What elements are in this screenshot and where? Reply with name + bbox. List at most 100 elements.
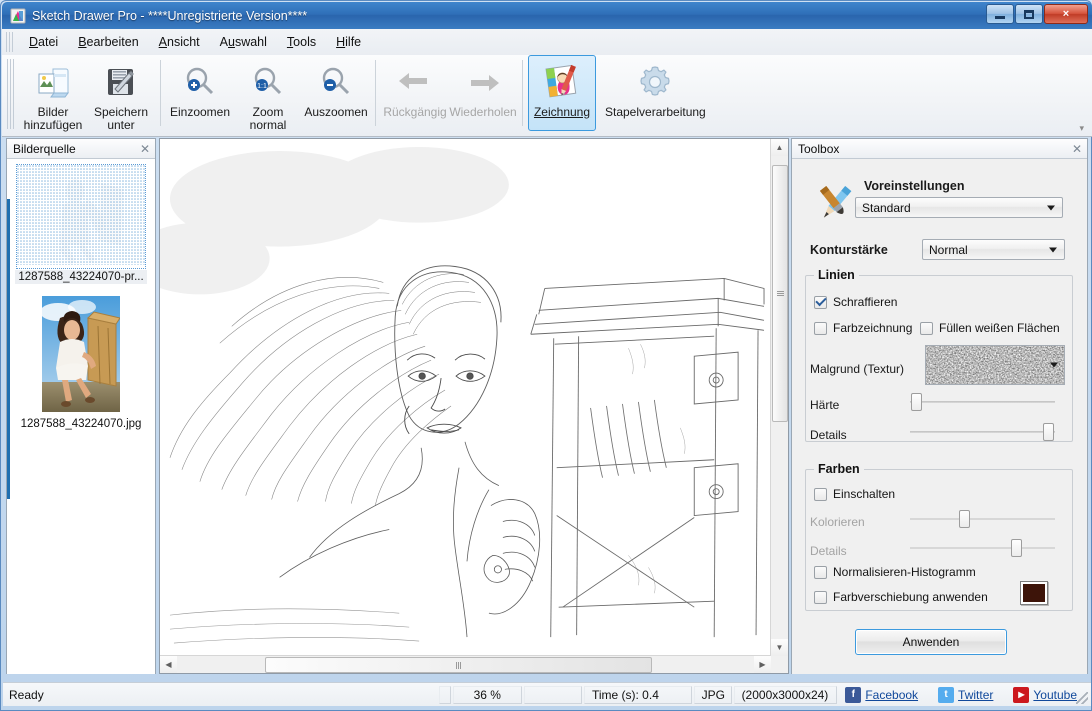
scroll-left-button[interactable]: ◀ bbox=[160, 656, 177, 673]
youtube-label[interactable]: Youtube bbox=[1033, 688, 1077, 702]
slider-thumb[interactable] bbox=[1011, 539, 1022, 557]
color-shift-label: Farbverschiebung anwenden bbox=[833, 590, 988, 604]
hardness-slider[interactable] bbox=[910, 393, 1055, 411]
checkbox-box bbox=[814, 295, 827, 309]
status-zoom: 36 % bbox=[452, 685, 522, 704]
minimize-button[interactable] bbox=[986, 4, 1014, 24]
maximize-button[interactable] bbox=[1015, 4, 1043, 24]
facebook-link[interactable]: f Facebook bbox=[845, 686, 918, 703]
youtube-icon: ▶ bbox=[1013, 686, 1030, 703]
twitter-label[interactable]: Twitter bbox=[958, 688, 993, 702]
menu-auswahl[interactable]: Auswahl bbox=[210, 32, 277, 52]
slider-track bbox=[910, 547, 1055, 549]
sketch-preview-image bbox=[160, 139, 771, 656]
menu-datei[interactable]: Datei bbox=[19, 32, 68, 52]
twitter-link[interactable]: t Twitter bbox=[938, 686, 993, 703]
list-item[interactable]: 1287588_43224070.jpg bbox=[7, 290, 155, 431]
save-as-button[interactable]: Speichern unter bbox=[87, 55, 155, 133]
status-bar: Ready 36 % Time (s): 0.4 JPG (2000x3000x… bbox=[3, 682, 1091, 706]
menu-tools[interactable]: Tools bbox=[277, 32, 326, 52]
redo-label: Wiederholen bbox=[449, 105, 517, 119]
colorize-slider[interactable] bbox=[910, 510, 1055, 528]
add-images-icon bbox=[35, 62, 71, 102]
drawing-button[interactable]: Zeichnung bbox=[528, 55, 596, 131]
hatching-checkbox[interactable]: Schraffieren bbox=[814, 295, 897, 309]
checkbox-box bbox=[814, 321, 827, 335]
horizontal-scroll-thumb[interactable] bbox=[265, 657, 652, 673]
normalize-histogram-checkbox[interactable]: Normalisieren-Histogramm bbox=[814, 565, 976, 579]
color-drawing-label: Farbzeichnung bbox=[833, 321, 913, 335]
drawing-label: Zeichnung bbox=[533, 105, 591, 119]
zoom-out-label: Auszoomen bbox=[304, 105, 368, 119]
scroll-right-button[interactable]: ▶ bbox=[754, 656, 771, 673]
toolbar-gripper[interactable] bbox=[7, 59, 16, 129]
menu-hilfe[interactable]: Hilfe bbox=[326, 32, 371, 52]
contour-dropdown[interactable]: Normal bbox=[922, 239, 1065, 260]
zoom-out-icon bbox=[319, 62, 353, 102]
facebook-label[interactable]: Facebook bbox=[865, 688, 918, 702]
thumbnail-original[interactable] bbox=[40, 296, 121, 415]
fill-white-checkbox[interactable]: Füllen weißen Flächen bbox=[920, 321, 1060, 335]
add-images-button[interactable]: Bilder hinzufügen bbox=[19, 55, 87, 133]
menu-bearbeiten[interactable]: Bearbeiten bbox=[68, 32, 148, 52]
slider-track bbox=[910, 401, 1055, 403]
menu-ansicht[interactable]: Ansicht bbox=[149, 32, 210, 52]
status-spacer-1 bbox=[439, 685, 451, 704]
close-icon[interactable]: ✕ bbox=[1070, 142, 1084, 156]
colors-enable-checkbox[interactable]: Einschalten bbox=[814, 487, 895, 501]
image-source-list[interactable]: 1287588_43224070-pr... 1287588_43224070.… bbox=[7, 159, 155, 674]
image-canvas[interactable] bbox=[160, 139, 771, 656]
thumbnail-caption: 1287588_43224070.jpg bbox=[20, 418, 142, 430]
color-shift-checkbox[interactable]: Farbverschiebung anwenden bbox=[814, 590, 988, 604]
resize-grip-icon[interactable] bbox=[1076, 692, 1088, 704]
lines-group-title: Linien bbox=[814, 268, 859, 282]
title-bar: Sketch Drawer Pro - ****Unregistrierte V… bbox=[2, 2, 1092, 29]
undo-button[interactable]: Rückgängig bbox=[381, 55, 449, 131]
slider-thumb[interactable] bbox=[1043, 423, 1054, 441]
slider-thumb[interactable] bbox=[911, 393, 922, 411]
zoom-normal-button[interactable]: 1:1 Zoom normal bbox=[234, 55, 302, 133]
color-shift-swatch[interactable] bbox=[1020, 581, 1048, 605]
chevron-left-icon: ◀ bbox=[165, 660, 172, 669]
close-icon[interactable]: ✕ bbox=[138, 142, 152, 156]
batch-gear-icon bbox=[636, 62, 674, 102]
slider-track bbox=[910, 518, 1055, 520]
vertical-scroll-thumb[interactable] bbox=[772, 165, 788, 422]
image-source-header: Bilderquelle ✕ bbox=[7, 139, 155, 159]
thumbnail-preview[interactable] bbox=[16, 164, 146, 269]
toolbar-separator-3 bbox=[522, 60, 523, 126]
texture-dropdown[interactable] bbox=[925, 345, 1065, 385]
toolbar-expand-icon[interactable]: ▾ bbox=[1079, 123, 1084, 134]
menu-gripper[interactable] bbox=[6, 32, 15, 52]
zoom-in-button[interactable]: Einzoomen bbox=[166, 55, 234, 131]
canvas-horizontal-scrollbar[interactable]: ◀ ▶ bbox=[160, 655, 771, 673]
scroll-down-button[interactable]: ▼ bbox=[771, 639, 788, 656]
status-dimensions: (2000x3000x24) bbox=[733, 685, 838, 704]
close-button[interactable]: × bbox=[1044, 4, 1088, 24]
scroll-up-button[interactable]: ▲ bbox=[771, 139, 788, 156]
apply-button[interactable]: Anwenden bbox=[855, 629, 1007, 655]
colors-details-label: Details bbox=[810, 544, 847, 558]
youtube-link[interactable]: ▶ Youtube bbox=[1013, 686, 1077, 703]
scroll-grip-icon bbox=[776, 291, 784, 296]
colors-details-slider[interactable] bbox=[910, 539, 1055, 557]
window-title: Sketch Drawer Pro - ****Unregistrierte V… bbox=[32, 8, 308, 23]
color-drawing-checkbox[interactable]: Farbzeichnung bbox=[814, 321, 912, 335]
colors-group-title: Farben bbox=[814, 462, 864, 476]
image-source-title: Bilderquelle bbox=[13, 141, 76, 156]
zoom-in-label: Einzoomen bbox=[169, 105, 231, 119]
application-window: Sketch Drawer Pro - ****Unregistrierte V… bbox=[0, 0, 1092, 711]
checkbox-box bbox=[814, 590, 827, 604]
toolbox-header: Toolbox ✕ bbox=[792, 139, 1087, 159]
list-item[interactable]: 1287588_43224070-pr... bbox=[7, 159, 155, 284]
batch-processing-button[interactable]: Stapelverarbeitung bbox=[596, 55, 715, 131]
canvas-vertical-scrollbar[interactable]: ▲ ▼ bbox=[770, 139, 788, 656]
batch-processing-label: Stapelverarbeitung bbox=[605, 105, 706, 119]
slider-thumb[interactable] bbox=[959, 510, 970, 528]
chevron-down-icon: ▼ bbox=[775, 643, 784, 652]
presets-dropdown[interactable]: Standard bbox=[855, 197, 1063, 218]
colorize-label: Kolorieren bbox=[810, 515, 865, 529]
redo-button[interactable]: Wiederholen bbox=[449, 55, 517, 131]
zoom-out-button[interactable]: Auszoomen bbox=[302, 55, 370, 131]
lines-details-slider[interactable] bbox=[910, 423, 1055, 441]
